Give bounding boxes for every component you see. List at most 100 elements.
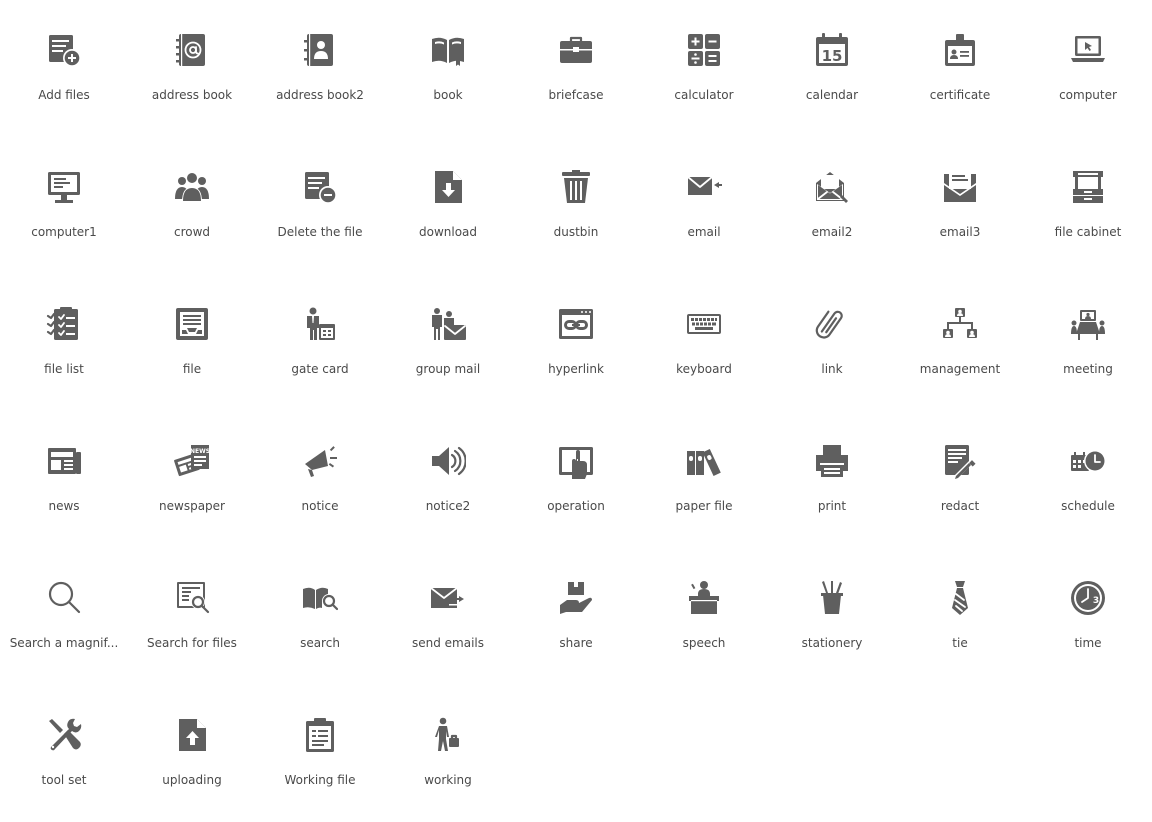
icon-label: crowd <box>173 225 211 239</box>
address-book-icon <box>176 34 205 66</box>
file-cabinet-icon <box>1073 171 1103 203</box>
icon-tile-search[interactable]: search <box>256 548 384 685</box>
icon-label: schedule <box>1061 499 1115 513</box>
icon-label: Add files <box>38 88 90 102</box>
icon-tile-computer1[interactable]: computer1 <box>0 137 128 274</box>
briefcase-icon <box>560 36 592 63</box>
management-icon <box>943 308 977 338</box>
icon-label: group mail <box>415 362 481 376</box>
icon-tile-group-mail[interactable]: group mail <box>384 274 512 411</box>
icon-tile-paper-file[interactable]: paper file <box>640 411 768 548</box>
icon-label: book <box>433 88 463 102</box>
icon-label: address book <box>151 88 233 102</box>
icon-label: send emails <box>411 636 485 650</box>
icon-tile-notice[interactable]: notice <box>256 411 384 548</box>
icon-tile-calculator[interactable]: calculator <box>640 0 768 137</box>
newspaper-icon: NEWS <box>174 445 210 477</box>
icon-tile-hyperlink[interactable]: hyperlink <box>512 274 640 411</box>
crowd-icon <box>175 172 209 202</box>
search-icon <box>303 587 338 611</box>
icon-label: Search for files <box>147 636 237 650</box>
icon-tile-time[interactable]: 3 time <box>1024 548 1152 685</box>
tool-set-icon <box>49 718 82 751</box>
icon-tile-search-files[interactable]: Search for files <box>128 548 256 685</box>
icon-tile-send-emails[interactable]: send emails <box>384 548 512 685</box>
icon-label: search <box>300 636 340 650</box>
hyperlink-icon <box>559 309 593 339</box>
icon-tile-working-file[interactable]: Working file <box>256 685 384 822</box>
icon-label: Working file <box>284 773 356 787</box>
icon-label: newspaper <box>159 499 225 513</box>
icon-tile-certificate[interactable]: certificate <box>896 0 1024 137</box>
icon-tile-calendar[interactable]: 15 calendar <box>768 0 896 137</box>
add-files-icon <box>49 35 81 67</box>
icon-label: Delete the file <box>277 225 363 239</box>
icon-label: email <box>687 225 721 239</box>
icon-label: gate card <box>291 362 349 376</box>
icon-tile-crowd[interactable]: crowd <box>128 137 256 274</box>
icon-tile-link[interactable]: link <box>768 274 896 411</box>
icon-tile-management[interactable]: management <box>896 274 1024 411</box>
icon-tile-redact[interactable]: redact <box>896 411 1024 548</box>
computer1-icon <box>48 172 80 203</box>
icon-label: tool set <box>41 773 87 787</box>
icon-tile-keyboard[interactable]: keyboard <box>640 274 768 411</box>
time-text: 3 <box>1093 596 1099 606</box>
icon-tile-working[interactable]: working <box>384 685 512 822</box>
notice2-icon <box>432 446 466 476</box>
send-emails-icon <box>430 587 464 608</box>
icon-tile-tool-set[interactable]: tool set <box>0 685 128 822</box>
icon-label: computer1 <box>31 225 97 239</box>
icon-tile-delete-file[interactable]: Delete the file <box>256 137 384 274</box>
icon-tile-operation[interactable]: operation <box>512 411 640 548</box>
icon-tile-newspaper[interactable]: NEWS newspaper <box>128 411 256 548</box>
icon-tile-book[interactable]: book <box>384 0 512 137</box>
icon-tile-news[interactable]: news <box>0 411 128 548</box>
icon-tile-dustbin[interactable]: dustbin <box>512 137 640 274</box>
icon-label: address book2 <box>276 88 364 102</box>
icon-label: download <box>418 225 478 239</box>
icon-tile-print[interactable]: print <box>768 411 896 548</box>
gate-card-icon <box>307 307 335 340</box>
icon-tile-address-book2[interactable]: address book2 <box>256 0 384 137</box>
icon-tile-briefcase[interactable]: briefcase <box>512 0 640 137</box>
icon-tile-schedule[interactable]: schedule <box>1024 411 1152 548</box>
icon-tile-file-cabinet[interactable]: file cabinet <box>1024 137 1152 274</box>
icon-tile-uploading[interactable]: uploading <box>128 685 256 822</box>
speech-icon <box>689 581 719 614</box>
icon-tile-stationery[interactable]: stationery <box>768 548 896 685</box>
group-mail-icon <box>432 308 466 340</box>
icon-tile-meeting[interactable]: meeting <box>1024 274 1152 411</box>
icon-tile-file-list[interactable]: file list <box>0 274 128 411</box>
icon-tile-file[interactable]: file <box>128 274 256 411</box>
share-icon <box>560 582 592 614</box>
working-icon <box>435 717 459 751</box>
icon-label: email2 <box>811 225 853 239</box>
download-icon <box>435 171 462 203</box>
file-icon <box>176 308 208 340</box>
time-icon: 3 <box>1071 581 1105 615</box>
icon-tile-share[interactable]: share <box>512 548 640 685</box>
icon-label: speech <box>682 636 726 650</box>
icon-label: operation <box>547 499 605 513</box>
certificate-icon <box>945 34 975 66</box>
icon-tile-email[interactable]: email <box>640 137 768 274</box>
icon-tile-address-book[interactable]: address book <box>128 0 256 137</box>
icon-tile-magnifier[interactable]: Search a magnif... <box>0 548 128 685</box>
icon-label: computer <box>1059 88 1117 102</box>
stationery-icon <box>821 581 843 614</box>
email-icon <box>687 176 722 195</box>
icon-tile-speech[interactable]: speech <box>640 548 768 685</box>
icon-label: hyperlink <box>548 362 604 376</box>
icon-tile-email3[interactable]: email3 <box>896 137 1024 274</box>
icon-label: file list <box>44 362 84 376</box>
icon-label: briefcase <box>548 88 604 102</box>
icon-tile-tie[interactable]: tie <box>896 548 1024 685</box>
icon-tile-download[interactable]: download <box>384 137 512 274</box>
icon-tile-email2[interactable]: email2 <box>768 137 896 274</box>
icon-tile-computer[interactable]: computer <box>1024 0 1152 137</box>
icon-tile-notice2[interactable]: notice2 <box>384 411 512 548</box>
icon-tile-gate-card[interactable]: gate card <box>256 274 384 411</box>
icon-tile-add-files[interactable]: Add files <box>0 0 128 137</box>
magnifier-icon <box>48 581 81 614</box>
